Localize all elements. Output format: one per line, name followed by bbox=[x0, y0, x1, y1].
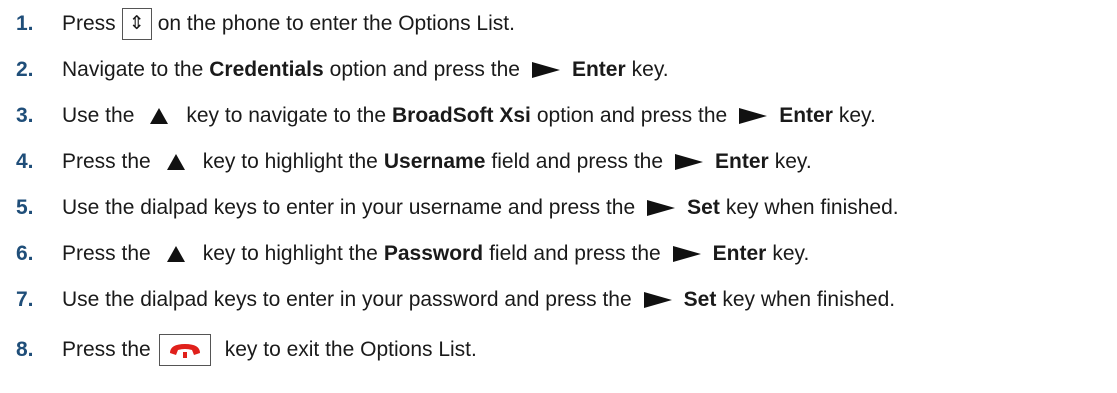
step-text: key to navigate to the bbox=[186, 104, 387, 127]
right-arrow-enter-icon bbox=[647, 200, 676, 216]
right-arrow-enter-icon bbox=[531, 62, 560, 78]
step-text: Use the dialpad keys to enter in your pa… bbox=[62, 288, 632, 311]
end-call-key-icon bbox=[158, 334, 211, 366]
key-name: Enter bbox=[715, 150, 769, 173]
step-text: Use the bbox=[62, 104, 135, 127]
step-text: Press the bbox=[62, 338, 151, 361]
step-text: key. bbox=[774, 150, 812, 173]
step-text: key when finished. bbox=[725, 196, 899, 219]
step-text: Use the dialpad keys to enter in your us… bbox=[62, 196, 636, 219]
step-text: key to exit the Options List. bbox=[224, 338, 477, 361]
step-text: key. bbox=[838, 104, 876, 127]
right-arrow-enter-icon bbox=[675, 154, 704, 170]
step-text: field and press the bbox=[491, 150, 664, 173]
up-arrow-key-icon bbox=[150, 108, 169, 124]
step-number: 2. bbox=[16, 58, 34, 81]
step-text: Press bbox=[62, 12, 116, 35]
step-number: 6. bbox=[16, 242, 34, 265]
options-key-icon: ⇕ bbox=[121, 8, 152, 40]
step-text: key when finished. bbox=[722, 288, 896, 311]
step-text: key to highlight the bbox=[202, 150, 378, 173]
option-name: BroadSoft Xsi bbox=[392, 104, 531, 127]
key-name: Enter bbox=[571, 58, 626, 81]
step-text: key. bbox=[772, 242, 810, 265]
step-number: 4. bbox=[16, 150, 34, 173]
step-number: 7. bbox=[16, 288, 34, 311]
key-name: Enter bbox=[712, 242, 767, 265]
instruction-list: 1. Press ⇕ on the phone to enter the Opt… bbox=[0, 0, 1117, 393]
step-number: 1. bbox=[16, 12, 34, 35]
step-text: key to highlight the bbox=[202, 242, 378, 265]
up-arrow-key-icon bbox=[166, 154, 185, 170]
step-text: option and press the bbox=[329, 58, 520, 81]
up-arrow-key-icon bbox=[166, 246, 185, 262]
key-name: Enter bbox=[779, 104, 833, 127]
step-number: 8. bbox=[16, 338, 34, 361]
right-arrow-enter-icon bbox=[739, 108, 768, 124]
option-name: Credentials bbox=[209, 58, 324, 81]
step-text: field and press the bbox=[489, 242, 661, 265]
step-text: key. bbox=[631, 58, 669, 81]
step-number: 5. bbox=[16, 196, 34, 219]
step-text: Navigate to the bbox=[62, 58, 204, 81]
key-name: Set bbox=[687, 196, 720, 219]
step-text: on the phone to enter the Options List. bbox=[157, 12, 515, 35]
step-text: Press the bbox=[62, 242, 151, 265]
key-name: Set bbox=[683, 288, 717, 311]
step-text: option and press the bbox=[536, 104, 728, 127]
right-arrow-enter-icon bbox=[643, 292, 672, 308]
right-arrow-enter-icon bbox=[672, 246, 701, 262]
step-number: 3. bbox=[16, 104, 34, 127]
step-text: Press the bbox=[62, 150, 151, 173]
field-name: Username bbox=[383, 150, 486, 173]
field-name: Password bbox=[383, 242, 484, 265]
